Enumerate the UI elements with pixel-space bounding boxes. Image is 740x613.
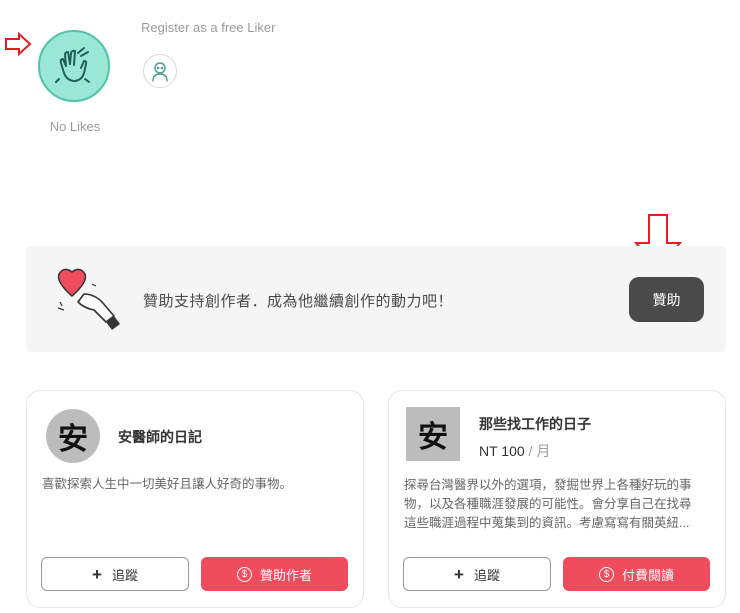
subscription-price: NT 100 / 月 (479, 441, 550, 461)
sponsor-author-label: 贊助作者 (259, 567, 312, 583)
creator-avatar[interactable]: 安 (46, 409, 100, 463)
follow-label: 追蹤 (473, 567, 500, 583)
paid-read-label: 付費閱讀 (621, 567, 674, 583)
plus-icon: + (454, 564, 464, 584)
paid-read-button[interactable]: $ 付費閱讀 (563, 557, 710, 591)
sponsor-author-button[interactable]: $ 贊助作者 (201, 557, 348, 591)
follow-button[interactable]: + 追蹤 (41, 557, 189, 591)
description-line: 這些職涯過程中蒐集到的資訊。考慮寫寫有關英紐... (404, 516, 690, 530)
user-placeholder-icon (152, 62, 168, 82)
sponsor-message: 贊助支持創作者．成為他繼續創作的動力吧！ (143, 293, 454, 310)
description-line: 探尋台灣醫界以外的選項，發掘世界上各種好玩的事 (404, 478, 692, 492)
register-link[interactable]: Register as a free Liker (141, 20, 275, 35)
follow-label: 追蹤 (111, 567, 138, 583)
heart-hand-icon (57, 268, 120, 330)
dollar-coin-icon: $ (598, 566, 614, 582)
creator-name[interactable]: 安醫師的日記 (118, 427, 202, 447)
plus-icon: + (92, 564, 102, 584)
like-button[interactable] (38, 30, 110, 102)
liker-avatar[interactable] (143, 54, 177, 88)
sponsor-button[interactable]: 贊助 (629, 277, 704, 322)
follow-button[interactable]: + 追蹤 (403, 557, 551, 591)
publication-avatar[interactable]: 安 (406, 407, 460, 461)
publication-title[interactable]: 那些找工作的日子 (479, 414, 591, 434)
annotation-arrow-right (5, 32, 32, 56)
like-count-label: No Likes (49, 119, 101, 134)
price-amount: NT 100 (479, 443, 525, 459)
description-line: 物，以及各種職涯發展的可能性。會分享自己在找尋 (404, 497, 692, 511)
creator-description: 喜歡探索人生中一切美好且讓人好奇的事物。 (42, 477, 293, 491)
price-unit: / 月 (524, 443, 551, 459)
clap-icon (55, 47, 90, 83)
dollar-coin-icon: $ (236, 566, 252, 582)
publication-description: 探尋台灣醫界以外的選項，發掘世界上各種好玩的事 物，以及各種職涯發展的可能性。會… (404, 476, 714, 533)
